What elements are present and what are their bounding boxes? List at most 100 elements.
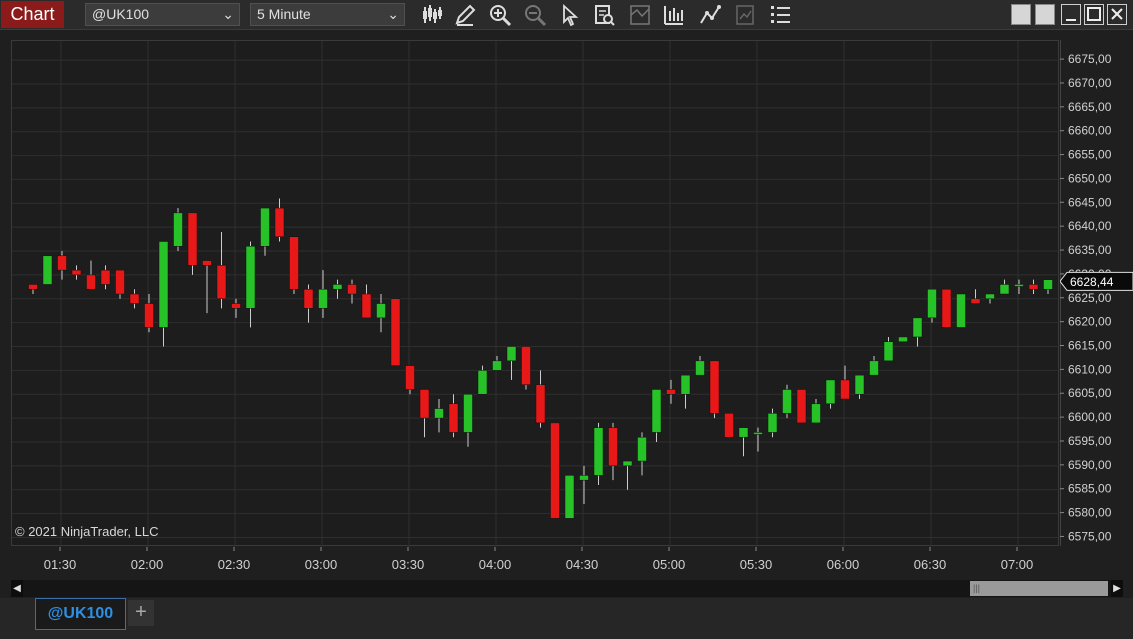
candle[interactable] xyxy=(347,279,357,304)
candle[interactable] xyxy=(535,370,546,428)
minimize-button[interactable] xyxy=(1061,4,1081,25)
candle[interactable] xyxy=(869,356,879,376)
candle[interactable] xyxy=(434,399,444,433)
properties-icon[interactable] xyxy=(592,3,616,27)
candle[interactable] xyxy=(332,279,343,299)
tile-right-button[interactable] xyxy=(1035,4,1055,25)
candle-body xyxy=(332,284,343,290)
candle[interactable] xyxy=(912,317,923,347)
candle[interactable] xyxy=(927,288,937,323)
candle[interactable] xyxy=(550,422,560,519)
candle[interactable] xyxy=(260,207,270,256)
candle[interactable] xyxy=(680,374,691,409)
candle[interactable] xyxy=(144,294,154,333)
price-tick-label: 6675,00 xyxy=(1068,52,1112,66)
price-axis[interactable]: 6575,00 6580,00 6585,00 6590,00 6595,00 6600,… xyxy=(1059,40,1133,546)
candle[interactable] xyxy=(564,475,575,519)
horizontal-scrollbar[interactable]: ◀ ||| ▶ xyxy=(11,580,1123,597)
data-box-icon[interactable] xyxy=(662,3,686,27)
candle[interactable] xyxy=(42,255,53,285)
candle[interactable] xyxy=(376,294,386,333)
candle[interactable] xyxy=(463,393,473,447)
price-panel[interactable] xyxy=(11,40,1060,547)
candle[interactable] xyxy=(622,460,633,490)
tile-left-button[interactable] xyxy=(1011,4,1031,25)
scroll-thumb[interactable]: ||| xyxy=(970,581,1108,596)
candle-body xyxy=(376,303,386,319)
candle[interactable] xyxy=(1014,279,1024,294)
candle[interactable] xyxy=(709,360,720,419)
close-button[interactable] xyxy=(1107,4,1127,25)
time-axis[interactable]: 01:30 02:00 02:30 03:00 03:30 04:00 04:30 05:00… xyxy=(11,547,1059,577)
candle[interactable] xyxy=(999,279,1010,295)
candle-body xyxy=(115,269,125,295)
candle[interactable] xyxy=(970,289,981,304)
candle[interactable] xyxy=(941,288,952,328)
candle[interactable] xyxy=(492,356,502,371)
candle[interactable] xyxy=(187,212,198,275)
candle[interactable] xyxy=(666,379,676,404)
zoom-out-icon[interactable] xyxy=(523,3,547,27)
scroll-left-arrow[interactable]: ◀ xyxy=(11,580,23,597)
instrument-selector[interactable]: @UK100 ⌄ xyxy=(85,3,240,26)
indicators-icon[interactable] xyxy=(628,3,652,27)
pointer-icon[interactable] xyxy=(558,3,582,27)
drawing-tool-icon[interactable] xyxy=(453,3,477,27)
list-icon[interactable] xyxy=(768,3,792,27)
candle[interactable] xyxy=(158,241,169,347)
zoom-in-icon[interactable] xyxy=(488,3,512,27)
candle[interactable] xyxy=(405,365,415,395)
candle[interactable] xyxy=(608,422,618,481)
candle[interactable] xyxy=(854,374,865,400)
candle[interactable] xyxy=(86,260,96,290)
bar-type-icon[interactable] xyxy=(420,3,444,27)
candle[interactable] xyxy=(695,356,705,376)
candle[interactable] xyxy=(419,389,430,438)
scroll-right-arrow[interactable]: ▶ xyxy=(1111,580,1123,597)
candle[interactable] xyxy=(216,231,227,309)
period-selector[interactable]: 5 Minute ⌄ xyxy=(250,3,405,26)
candle[interactable] xyxy=(274,198,285,242)
candle[interactable] xyxy=(956,293,966,328)
candle[interactable] xyxy=(767,408,778,438)
candle[interactable] xyxy=(811,399,821,424)
candle[interactable] xyxy=(521,346,531,390)
candle-body xyxy=(521,346,531,385)
candle[interactable] xyxy=(782,384,792,419)
strategies-icon[interactable] xyxy=(698,3,722,27)
candle[interactable] xyxy=(579,465,589,505)
candle[interactable] xyxy=(651,389,662,442)
candle[interactable] xyxy=(637,432,647,476)
candle[interactable] xyxy=(28,284,38,294)
candle[interactable] xyxy=(202,260,212,314)
candle[interactable] xyxy=(115,269,125,299)
candle[interactable] xyxy=(318,270,328,318)
candle[interactable] xyxy=(1043,279,1053,294)
add-tab-button[interactable]: + xyxy=(128,600,154,626)
candle[interactable] xyxy=(303,284,314,323)
candle[interactable] xyxy=(390,298,401,366)
templates-icon[interactable] xyxy=(733,3,757,27)
candle[interactable] xyxy=(1028,279,1039,294)
candle[interactable] xyxy=(753,427,763,452)
candle[interactable] xyxy=(71,265,82,280)
candlestick-chart[interactable] xyxy=(12,41,1060,547)
candle[interactable] xyxy=(245,241,256,328)
candle[interactable] xyxy=(448,394,459,438)
candle[interactable] xyxy=(173,208,183,252)
candle[interactable] xyxy=(506,346,517,380)
tab-uk100[interactable]: @UK100 xyxy=(35,598,126,630)
candle[interactable] xyxy=(361,284,372,319)
candle[interactable] xyxy=(231,298,241,318)
candle[interactable] xyxy=(129,289,140,309)
candle[interactable] xyxy=(593,422,604,485)
candle[interactable] xyxy=(898,336,908,342)
maximize-button[interactable] xyxy=(1084,4,1104,25)
candle[interactable] xyxy=(883,336,894,362)
candle[interactable] xyxy=(724,413,734,438)
candle[interactable] xyxy=(825,379,836,409)
candle[interactable] xyxy=(100,265,111,290)
candle[interactable] xyxy=(289,236,299,294)
candle[interactable] xyxy=(985,293,995,304)
candle[interactable] xyxy=(796,389,807,424)
